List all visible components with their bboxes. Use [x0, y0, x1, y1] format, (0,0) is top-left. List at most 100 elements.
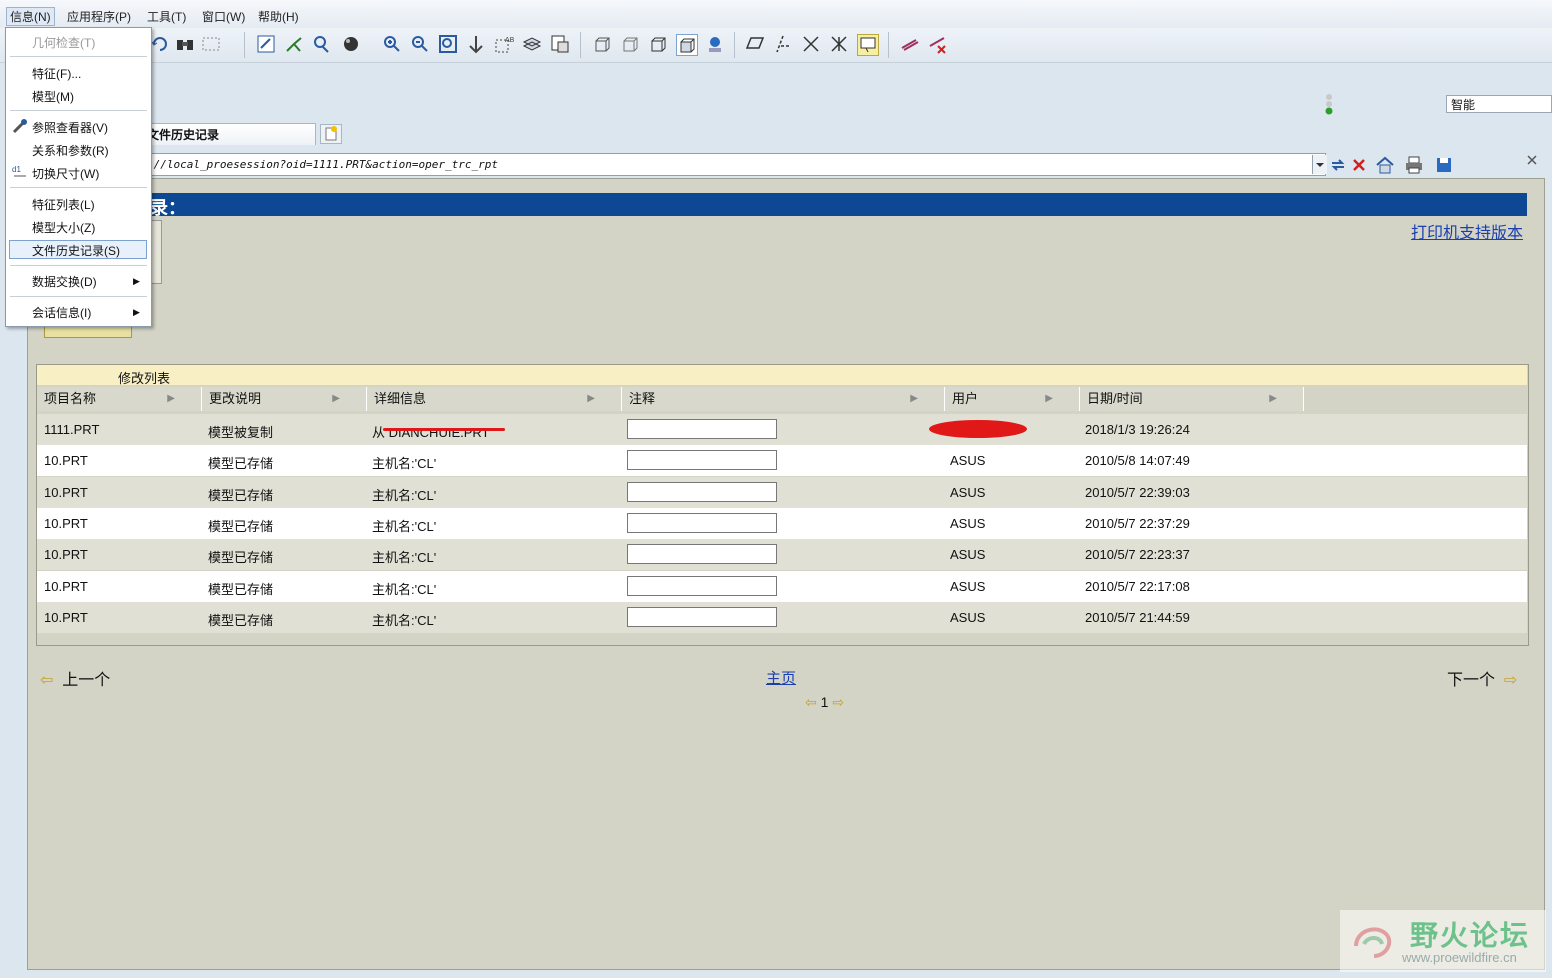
datum-axis-icon[interactable]: [284, 34, 304, 54]
cell-item: 10.PRT: [44, 609, 88, 625]
reorient-icon[interactable]: [466, 34, 486, 54]
close-icon[interactable]: [1526, 154, 1538, 166]
refresh-icon[interactable]: [1328, 155, 1348, 175]
address-input[interactable]: ://local_proesession?oid=1111.PRT&action…: [140, 153, 1326, 176]
svg-text:AB: AB: [505, 37, 514, 44]
menu-item-model-size[interactable]: 模型大小(Z): [32, 219, 95, 236]
spin-center-off-icon[interactable]: [928, 34, 948, 54]
datum-plane-display-icon[interactable]: [745, 34, 765, 54]
new-tab-button[interactable]: [320, 124, 342, 144]
menu-item-relations[interactable]: 关系和参数(R): [32, 142, 109, 159]
shading-icon[interactable]: [676, 34, 698, 56]
next-link[interactable]: 下一个 ⇨: [1447, 666, 1517, 690]
wireframe-icon[interactable]: [592, 34, 612, 54]
page-title: 录：: [150, 198, 186, 218]
column-label: 用户: [952, 391, 979, 406]
menu-help[interactable]: 帮助(H): [258, 8, 299, 25]
sketch-icon[interactable]: [256, 34, 276, 54]
note-input[interactable]: [627, 481, 777, 502]
saved-views-icon[interactable]: AB: [494, 34, 514, 54]
note-input[interactable]: [627, 575, 777, 596]
filter-select[interactable]: 智能: [1446, 95, 1552, 113]
toolbar: AB: [0, 28, 1552, 63]
sort-icon[interactable]: ▶: [587, 387, 595, 411]
menu-item-session-info[interactable]: 会话信息(I): [32, 304, 91, 321]
tab-file-history[interactable]: 文件历史记录: [130, 123, 316, 145]
stop-icon[interactable]: [1349, 155, 1369, 175]
address-dropdown[interactable]: [1312, 155, 1327, 174]
column-header-datetime[interactable]: 日期/时间 ▶: [1080, 387, 1304, 411]
datum-axis-display-icon[interactable]: [773, 34, 793, 54]
datum-point-display-icon[interactable]: [801, 34, 821, 54]
note-input[interactable]: [627, 450, 777, 471]
home-icon[interactable]: [1375, 155, 1395, 175]
prev-link[interactable]: ⇦ 上一个: [40, 666, 110, 690]
cell-change: 模型已存储: [208, 518, 274, 534]
menu-item-model[interactable]: 模型(M): [32, 88, 74, 105]
column-header-change[interactable]: 更改说明 ▶: [202, 387, 367, 411]
cell-change: 模型被复制: [208, 425, 274, 440]
menu-item-file-history[interactable]: 文件历史记录(S): [32, 242, 120, 259]
model-tree-icon[interactable]: [705, 34, 725, 54]
column-header-user[interactable]: 用户 ▶: [945, 387, 1080, 411]
page-next-icon[interactable]: ⇨: [832, 694, 844, 710]
print-icon[interactable]: [1404, 155, 1424, 175]
refit-icon[interactable]: [438, 34, 458, 54]
datum-point-icon[interactable]: [312, 34, 332, 54]
cell-datetime: 2018/1/3 19:26:24: [1085, 422, 1190, 437]
zoom-in-icon[interactable]: [382, 34, 402, 54]
menu-info[interactable]: 信息(N): [6, 7, 55, 26]
menu-item-feature[interactable]: 特征(F)...: [32, 65, 81, 82]
arrow-left-icon: ⇦: [40, 672, 54, 689]
spin-center-icon[interactable]: [900, 34, 920, 54]
shading-sphere-icon[interactable]: [341, 34, 361, 54]
info-menu-dropdown: 几何检查(T) 特征(F)... 模型(M) 参照查看器(V) 关系和参数(R)…: [5, 27, 152, 327]
svg-text:d1: d1: [12, 165, 21, 174]
cell-item: 10.PRT: [44, 484, 88, 500]
cell-user: ASUS: [950, 547, 986, 563]
sort-icon[interactable]: ▶: [332, 387, 340, 411]
note-input[interactable]: [627, 512, 777, 533]
sort-icon[interactable]: ▶: [910, 387, 918, 411]
menu-applications[interactable]: 应用程序(P): [67, 8, 131, 25]
menu-item-feature-list[interactable]: 特征列表(L): [32, 196, 95, 213]
note-input[interactable]: [627, 419, 777, 439]
layers-icon[interactable]: [522, 34, 542, 54]
view-manager-icon[interactable]: [550, 34, 570, 54]
menu-item-geometry-check[interactable]: 几何检查(T): [32, 34, 95, 51]
annotation-display-icon[interactable]: [857, 34, 879, 56]
cell-item: 10.PRT: [44, 547, 88, 563]
sort-icon[interactable]: ▶: [1269, 387, 1277, 411]
cell-item: 1111.PRT: [44, 422, 100, 437]
column-header-item[interactable]: 项目名称 ▶: [37, 387, 202, 411]
sort-icon[interactable]: ▶: [1045, 387, 1053, 411]
menu-item-data-exchange[interactable]: 数据交换(D): [32, 273, 97, 290]
menu-item-reference-viewer[interactable]: 参照查看器(V): [32, 119, 108, 136]
coordinate-display-icon[interactable]: [829, 34, 849, 54]
note-input[interactable]: [627, 544, 777, 565]
page-prev-icon[interactable]: ⇦: [805, 694, 817, 710]
cell-change: 模型已存储: [208, 550, 274, 566]
no-hidden-icon[interactable]: [648, 34, 668, 54]
column-header-detail[interactable]: 详细信息 ▶: [367, 387, 622, 411]
column-header-note[interactable]: 注释 ▶: [622, 387, 945, 411]
zoom-out-icon[interactable]: [410, 34, 430, 54]
hidden-line-icon[interactable]: [620, 34, 640, 54]
printer-version-link[interactable]: 打印机支持版本: [1411, 219, 1523, 243]
arrow-right-icon: ⇨: [1503, 672, 1518, 689]
sort-icon[interactable]: ▶: [167, 387, 175, 411]
menu-tools[interactable]: 工具(T): [147, 8, 186, 25]
cell-detail: 主机名:'CL': [372, 487, 437, 503]
menu-item-switch-dimensions[interactable]: 切换尺寸(W): [32, 165, 99, 182]
column-label: 详细信息: [374, 391, 427, 406]
page-number[interactable]: 1: [821, 694, 829, 710]
regenerate-icon[interactable]: [150, 34, 170, 54]
menubar: 信息(N) 应用程序(P) 工具(T) 窗口(W) 帮助(H): [0, 0, 1552, 29]
binoculars-icon[interactable]: [175, 34, 195, 54]
cell-detail: 主机名:'CL': [372, 581, 437, 597]
menu-window[interactable]: 窗口(W): [202, 8, 245, 25]
home-link[interactable]: 主页: [766, 667, 796, 688]
selection-box-icon[interactable]: [201, 34, 221, 54]
note-input[interactable]: [627, 606, 777, 627]
save-icon[interactable]: [1434, 155, 1454, 175]
